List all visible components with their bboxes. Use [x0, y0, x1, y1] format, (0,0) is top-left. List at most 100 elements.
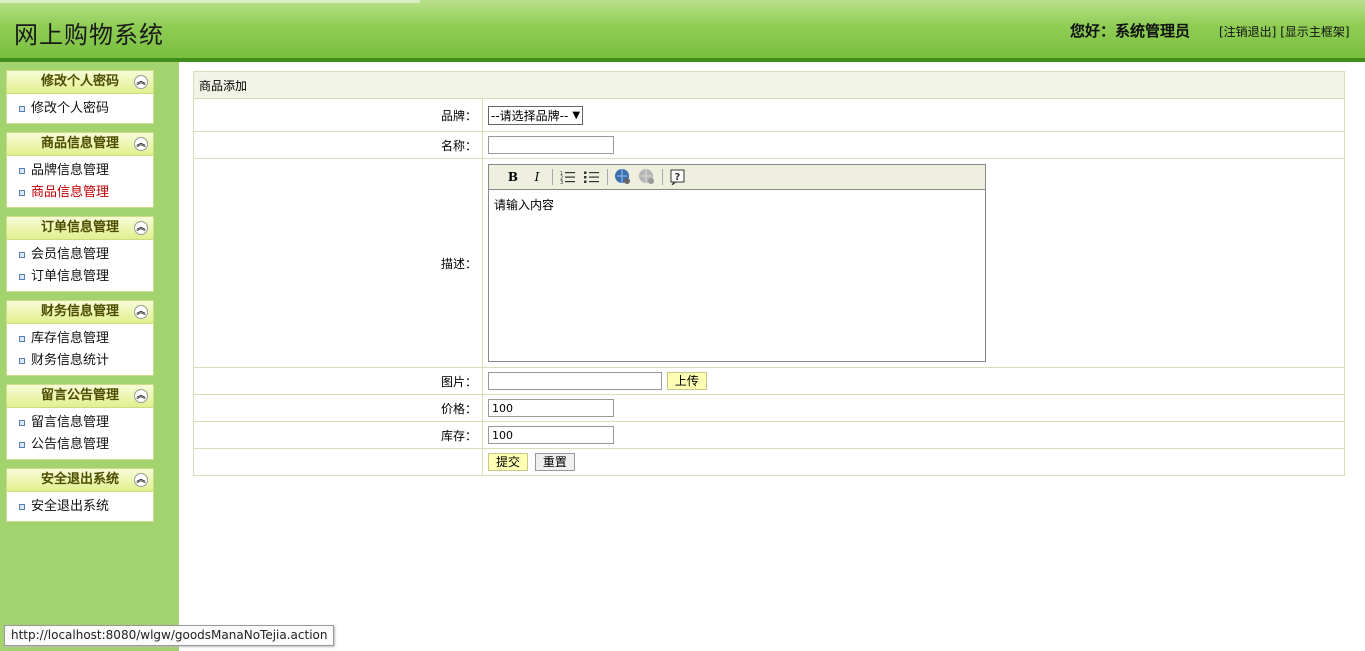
- form-row-image: 图片： 上传: [193, 367, 1345, 395]
- sidebar-item-label: 库存信息管理: [31, 331, 110, 346]
- brand-select-value: --请选择品牌--: [491, 108, 569, 123]
- brand-select[interactable]: --请选择品牌-- ▼: [488, 105, 584, 125]
- form-caption-row: 商品添加: [193, 71, 1345, 99]
- header-links: [注销退出] [显示主框架]: [1219, 23, 1350, 40]
- bullet-icon: [19, 190, 25, 196]
- price-label: 价格：: [193, 394, 483, 422]
- svg-text:?: ?: [675, 172, 681, 183]
- collapse-icon[interactable]: ︽: [134, 221, 148, 235]
- editor-content[interactable]: 请输入内容: [489, 190, 985, 219]
- help-icon[interactable]: ?: [668, 168, 688, 186]
- sidebar-item-goods-management[interactable]: 商品信息管理: [7, 182, 153, 204]
- menu-group-goods: 商品信息管理 ︽ 品牌信息管理 商品信息管理: [6, 132, 154, 208]
- sidebar-item-change-password[interactable]: 修改个人密码: [7, 98, 153, 120]
- sidebar-item-label: 安全退出系统: [31, 499, 110, 514]
- toolbar-separator: [607, 169, 608, 185]
- upload-button[interactable]: 上传: [666, 371, 707, 390]
- toolbar-separator: [552, 169, 553, 185]
- menu-group-messages: 留言公告管理 ︽ 留言信息管理 公告信息管理: [6, 384, 154, 460]
- sidebar-item-label: 会员信息管理: [31, 247, 110, 262]
- menu-group-orders: 订单信息管理 ︽ 会员信息管理 订单信息管理: [6, 216, 154, 292]
- sidebar-item-notice-management[interactable]: 公告信息管理: [7, 434, 153, 456]
- remove-link-icon[interactable]: [637, 168, 657, 186]
- price-input[interactable]: [488, 399, 614, 417]
- chevron-down-icon: ▼: [572, 109, 581, 121]
- menu-group-password: 修改个人密码 ︽ 修改个人密码: [6, 70, 154, 124]
- stock-cell: [482, 421, 1345, 449]
- menu-group-header[interactable]: 安全退出系统 ︽: [6, 468, 154, 492]
- menu-group-body: 会员信息管理 订单信息管理: [6, 240, 154, 292]
- menu-group-title: 修改个人密码: [40, 74, 119, 89]
- collapse-icon[interactable]: ︽: [134, 137, 148, 151]
- toolbar-separator: [662, 169, 663, 185]
- editor-toolbar: B I 123 ?: [489, 165, 985, 190]
- show-frame-link[interactable]: [显示主框架]: [1280, 25, 1349, 39]
- bullet-icon: [19, 442, 25, 448]
- reset-button[interactable]: 重置: [534, 453, 575, 471]
- menu-group-header[interactable]: 修改个人密码 ︽: [6, 70, 154, 94]
- name-input[interactable]: [488, 136, 614, 154]
- menu-group-logout: 安全退出系统 ︽ 安全退出系统: [6, 468, 154, 522]
- form-row-brand: 品牌： --请选择品牌-- ▼: [193, 98, 1345, 132]
- menu-group-body: 库存信息管理 财务信息统计: [6, 324, 154, 376]
- logout-link[interactable]: [注销退出]: [1219, 25, 1276, 39]
- menu-group-finance: 财务信息管理 ︽ 库存信息管理 财务信息统计: [6, 300, 154, 376]
- menu-group-header[interactable]: 商品信息管理 ︽: [6, 132, 154, 156]
- bullet-icon: [19, 252, 25, 258]
- stock-label: 库存：: [193, 421, 483, 449]
- sidebar-item-order-management[interactable]: 订单信息管理: [7, 266, 153, 288]
- form-caption: 商品添加: [193, 71, 1345, 99]
- form-row-description: 描述： B I 123 ? 请输入内容: [193, 158, 1345, 368]
- brand-cell: --请选择品牌-- ▼: [482, 98, 1345, 132]
- bullet-icon: [19, 420, 25, 426]
- bullet-icon: [19, 336, 25, 342]
- sidebar-item-member-management[interactable]: 会员信息管理: [7, 244, 153, 266]
- actions-label-cell: [193, 448, 483, 476]
- description-label: 描述：: [193, 158, 483, 368]
- actions-cell: 提交 重置: [482, 448, 1345, 476]
- menu-group-title: 留言公告管理: [40, 388, 119, 403]
- sidebar-item-finance-stats[interactable]: 财务信息统计: [7, 350, 153, 372]
- sidebar-item-message-management[interactable]: 留言信息管理: [7, 412, 153, 434]
- collapse-icon[interactable]: ︽: [134, 473, 148, 487]
- image-cell: 上传: [482, 367, 1345, 395]
- sidebar-item-label: 财务信息统计: [31, 353, 110, 368]
- bullet-icon: [19, 274, 25, 280]
- unordered-list-icon[interactable]: [582, 168, 602, 186]
- bullet-icon: [19, 106, 25, 112]
- name-label: 名称：: [193, 131, 483, 159]
- menu-group-header[interactable]: 订单信息管理 ︽: [6, 216, 154, 240]
- status-bar-url: http://localhost:8080/wlgw/goodsManaNoTe…: [4, 625, 335, 646]
- menu-group-title: 财务信息管理: [40, 304, 119, 319]
- main-content: 商品添加 品牌： --请选择品牌-- ▼ 名称： 描述： B I 1 2 3 ?…: [193, 71, 1345, 476]
- menu-group-title: 商品信息管理: [40, 136, 119, 151]
- ordered-list-icon[interactable]: 123: [558, 168, 578, 186]
- brand-label: 品牌：: [193, 98, 483, 132]
- image-label: 图片：: [193, 367, 483, 395]
- submit-button[interactable]: 提交: [488, 453, 529, 471]
- sidebar-item-label: 品牌信息管理: [31, 163, 110, 178]
- bullet-icon: [19, 358, 25, 364]
- collapse-icon[interactable]: ︽: [134, 389, 148, 403]
- menu-group-header[interactable]: 留言公告管理 ︽: [6, 384, 154, 408]
- sidebar-item-label: 留言信息管理: [31, 415, 110, 430]
- bold-icon[interactable]: B: [503, 168, 523, 186]
- sidebar-item-label: 公告信息管理: [31, 437, 110, 452]
- sidebar-item-stock-management[interactable]: 库存信息管理: [7, 328, 153, 350]
- collapse-icon[interactable]: ︽: [134, 305, 148, 319]
- form-row-actions: 提交 重置: [193, 448, 1345, 476]
- sidebar-item-brand-management[interactable]: 品牌信息管理: [7, 160, 153, 182]
- sidebar-item-label: 商品信息管理: [31, 185, 110, 200]
- description-cell: B I 123 ? 请输入内容: [482, 158, 1345, 368]
- collapse-icon[interactable]: ︽: [134, 75, 148, 89]
- sidebar-item-safe-logout[interactable]: 安全退出系统: [7, 496, 153, 518]
- stock-input[interactable]: [488, 426, 614, 444]
- site-title: 网上购物系统: [14, 21, 164, 49]
- insert-link-icon[interactable]: [613, 168, 633, 186]
- svg-text:3: 3: [560, 180, 563, 184]
- menu-group-header[interactable]: 财务信息管理 ︽: [6, 300, 154, 324]
- italic-icon[interactable]: I: [527, 168, 547, 186]
- header-bar: 网上购物系统 您好：系统管理员 [注销退出] [显示主框架]: [0, 0, 1365, 62]
- sidebar-item-label: 订单信息管理: [31, 269, 110, 284]
- image-path-input[interactable]: [488, 372, 662, 391]
